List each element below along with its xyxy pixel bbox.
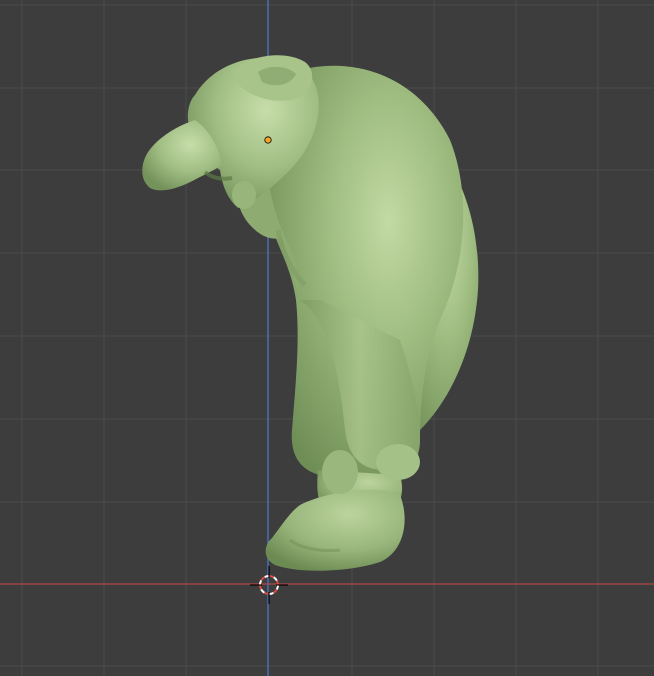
model-knee-bump-2 xyxy=(376,444,420,480)
sculpted-model[interactable] xyxy=(142,55,479,571)
model-chin xyxy=(232,181,256,209)
object-origin-dot[interactable] xyxy=(264,136,272,144)
3d-viewport[interactable] xyxy=(0,0,654,676)
model-knee-bump-1 xyxy=(322,450,358,494)
3d-cursor-icon[interactable] xyxy=(250,566,288,604)
